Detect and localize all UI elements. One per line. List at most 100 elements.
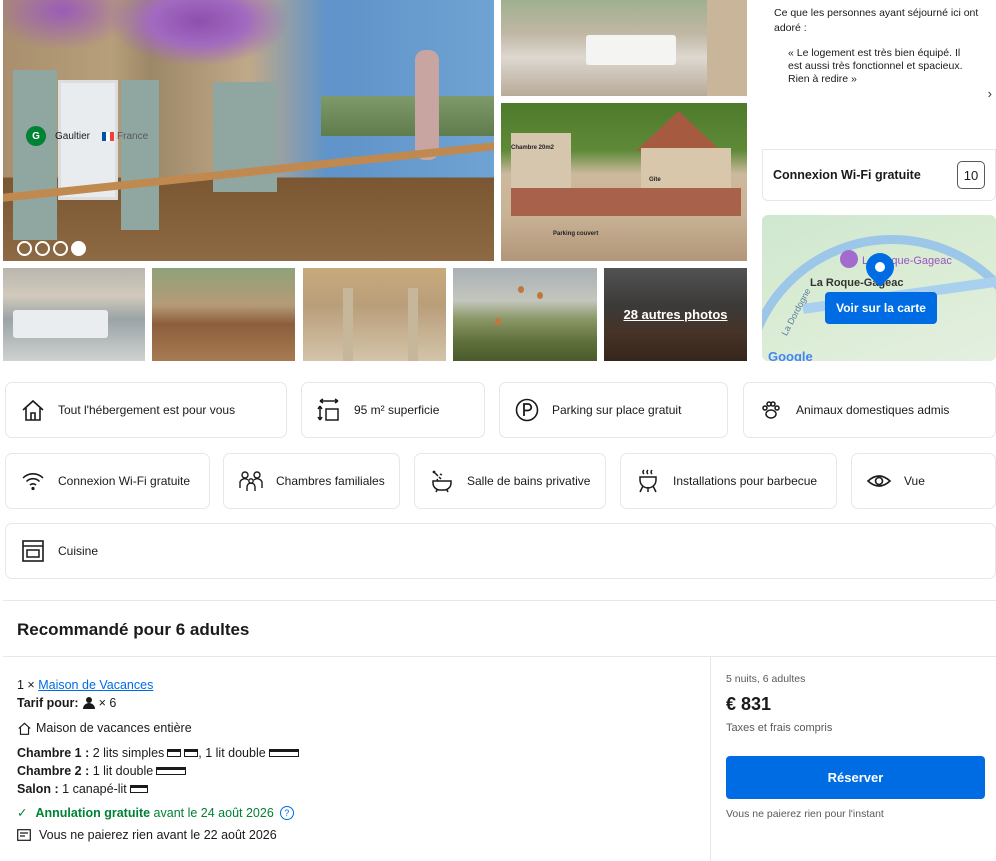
facility-label: Installations pour barbecue bbox=[673, 474, 818, 488]
photo-label-parking: Parking couvert bbox=[553, 231, 599, 237]
room1-beds: 2 lits simples bbox=[92, 746, 165, 760]
question-icon[interactable]: ? bbox=[279, 806, 294, 820]
rate-label: Tarif pour: bbox=[17, 696, 79, 710]
bath-icon bbox=[432, 470, 452, 493]
no-pay-note: Vous ne paierez rien pour l'instant bbox=[726, 808, 884, 820]
carousel-dot-active[interactable] bbox=[71, 241, 86, 256]
parking-icon bbox=[515, 398, 539, 422]
double-bed-icon bbox=[268, 749, 299, 757]
salon-row: Salon : 1 canapé-lit bbox=[17, 780, 299, 798]
house-icon bbox=[18, 722, 31, 735]
photo-thumb-balloons[interactable] bbox=[453, 268, 597, 361]
photo-table bbox=[586, 35, 676, 65]
person-icon bbox=[82, 697, 95, 709]
cancellation-date: avant le 24 août 2026 bbox=[153, 806, 274, 820]
unit-quantity: 1 × bbox=[17, 678, 35, 692]
single-bed-icon bbox=[184, 749, 199, 757]
pay-later-row: Vous ne paierez rien avant le 22 août 20… bbox=[17, 826, 299, 844]
reviewer-name: Gaultier bbox=[55, 130, 91, 142]
unit-name-link[interactable]: Maison de Vacances bbox=[38, 676, 153, 694]
photo-layout[interactable]: Chambre 20m2 Gîte Parking couvert bbox=[501, 103, 747, 261]
recommendation-section: Recommandé pour 6 adultes 1 × Maison de … bbox=[3, 600, 996, 861]
wifi-icon bbox=[22, 473, 44, 491]
divider bbox=[3, 656, 996, 657]
rate-count: × 6 bbox=[98, 696, 117, 710]
salon-beds: 1 canapé-lit bbox=[62, 782, 127, 796]
carousel-dot[interactable] bbox=[17, 241, 32, 256]
photo-thumb-facade[interactable] bbox=[303, 268, 446, 361]
room1-row: Chambre 1 : 2 lits simples , 1 lit doubl… bbox=[17, 744, 299, 762]
facility-parking: Parking sur place gratuit bbox=[499, 382, 728, 438]
single-bed-icon bbox=[167, 749, 182, 757]
photo-thumb-balcony[interactable] bbox=[152, 268, 295, 361]
size-icon bbox=[317, 398, 339, 421]
photo-wall bbox=[707, 0, 747, 96]
carousel-dot[interactable] bbox=[53, 241, 68, 256]
score-badge: 10 bbox=[957, 161, 985, 189]
recommendation-title: Recommandé pour 6 adultes bbox=[17, 620, 250, 639]
review-intro: Ce que les personnes ayant séjourné ici … bbox=[774, 7, 979, 34]
carousel-dot[interactable] bbox=[35, 241, 50, 256]
facility-label: Chambres familiales bbox=[276, 474, 385, 488]
reserve-button[interactable]: Réserver bbox=[726, 756, 985, 799]
salon-label: Salon : bbox=[17, 782, 59, 796]
room1-beds-2: , 1 lit double bbox=[198, 746, 266, 760]
reviewer: G Gaultier France bbox=[26, 126, 148, 146]
unit-type: Maison de vacances entière bbox=[36, 721, 192, 735]
facility-label: Salle de bains privative bbox=[467, 474, 591, 488]
photo-balloon bbox=[518, 286, 524, 293]
photo-overlay: 28 autres photos bbox=[604, 268, 747, 361]
map[interactable]: La Roque-Gageac La Roque-Gageac La Dordo… bbox=[762, 215, 996, 361]
photo-label-gite: Gîte bbox=[649, 177, 661, 183]
price-panel: 5 nuits, 6 adultes € 831 Taxes et frais … bbox=[726, 673, 988, 820]
paw-icon bbox=[762, 401, 780, 419]
room2-label: Chambre 2 : bbox=[17, 764, 90, 778]
eye-icon bbox=[866, 475, 892, 487]
facility-wifi: Connexion Wi-Fi gratuite bbox=[5, 453, 210, 509]
facility-label: 95 m² superficie bbox=[354, 403, 440, 417]
google-logo: Google bbox=[768, 349, 813, 361]
avatar: G bbox=[26, 126, 46, 146]
unit-details: 1 × Maison de Vacances Tarif pour: × 6 M… bbox=[17, 676, 299, 844]
more-photos-link[interactable]: 28 autres photos bbox=[623, 307, 727, 322]
divider bbox=[710, 657, 711, 861]
facility-private-bathroom: Salle de bains privative bbox=[414, 453, 606, 509]
pay-later-text: Vous ne paierez rien avant le 22 août 20… bbox=[39, 828, 277, 842]
guest-review-card: Ce que les personnes ayant séjourné ici … bbox=[762, 0, 996, 149]
facility-label: Animaux domestiques admis bbox=[796, 403, 950, 417]
facility-view: Vue bbox=[851, 453, 996, 509]
photo-roof bbox=[511, 188, 741, 216]
photo-thumb-terrace[interactable] bbox=[3, 268, 145, 361]
family-icon bbox=[239, 471, 263, 491]
landmark-icon bbox=[840, 250, 858, 268]
flag-icon bbox=[102, 131, 115, 141]
room2-beds: 1 lit double bbox=[92, 764, 154, 778]
unit-row: 1 × Maison de Vacances bbox=[17, 676, 299, 694]
facility-label: Parking sur place gratuit bbox=[552, 403, 682, 417]
photo-umbrella bbox=[415, 50, 439, 160]
chevron-right-icon[interactable]: › bbox=[988, 86, 992, 101]
carousel-dots[interactable] bbox=[17, 241, 86, 256]
facility-label: Cuisine bbox=[58, 544, 99, 558]
rate-row: Tarif pour: × 6 bbox=[17, 694, 299, 712]
map-city-label: La Roque-Gageac bbox=[810, 277, 904, 289]
facility-label: Vue bbox=[904, 474, 925, 488]
photo-roof bbox=[636, 111, 721, 151]
show-on-map-button[interactable]: Voir sur la carte bbox=[825, 292, 937, 324]
photo-shutter bbox=[13, 70, 57, 240]
photo-thumb-more[interactable]: 28 autres photos bbox=[604, 268, 747, 361]
sofa-bed-icon bbox=[129, 785, 148, 793]
house-icon bbox=[22, 399, 44, 421]
wifi-score-card: Connexion Wi-Fi gratuite 10 bbox=[762, 149, 996, 201]
stay-summary: 5 nuits, 6 adultes bbox=[726, 673, 806, 685]
oven-icon bbox=[22, 540, 44, 562]
photo-post bbox=[408, 288, 418, 361]
photo-terrace[interactable] bbox=[501, 0, 747, 96]
barbecue-icon bbox=[639, 469, 657, 493]
unit-type-row: Maison de vacances entière bbox=[17, 719, 299, 737]
photo-table bbox=[13, 310, 108, 338]
wifi-score-label: Connexion Wi-Fi gratuite bbox=[773, 168, 921, 182]
facility-entire-place: Tout l'hébergement est pour vous bbox=[5, 382, 287, 438]
photo-label-bedroom: Chambre 20m2 bbox=[511, 145, 555, 151]
facility-kitchen: Cuisine bbox=[5, 523, 996, 579]
